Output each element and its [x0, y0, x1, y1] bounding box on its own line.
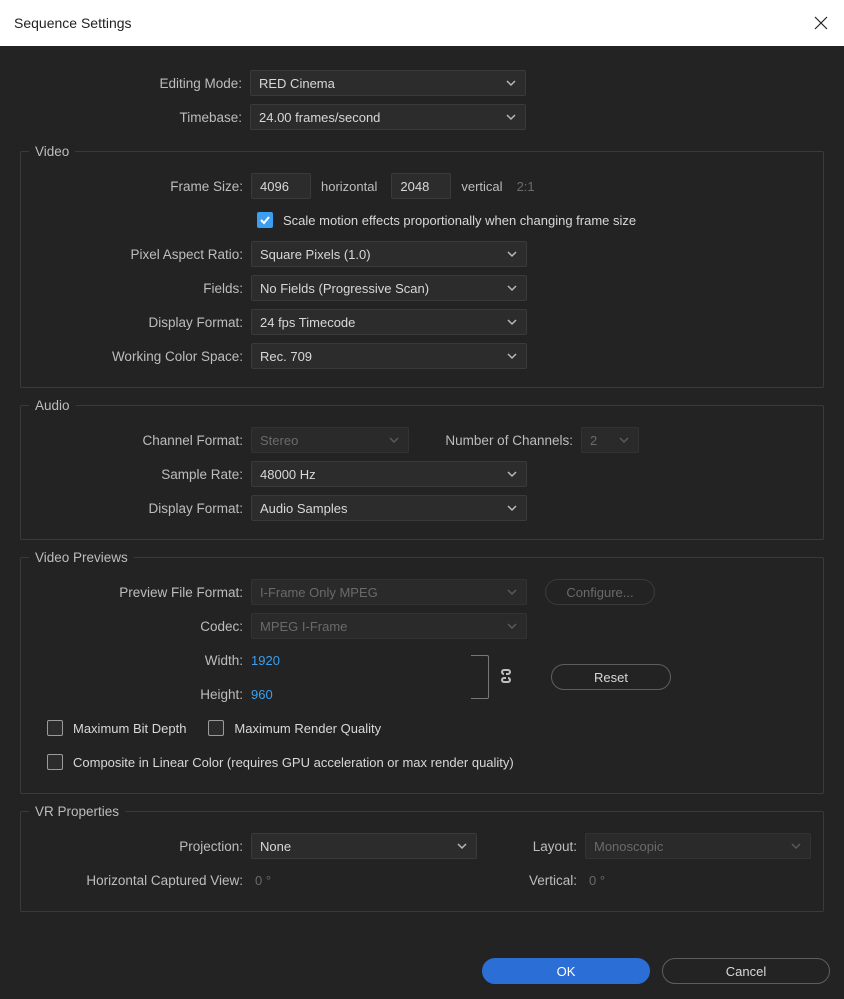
- preview-height-label: Height:: [29, 687, 251, 702]
- horiz-captured-label: Horizontal Captured View:: [29, 873, 251, 888]
- scale-motion-label: Scale motion effects proportionally when…: [283, 213, 636, 228]
- color-space-select[interactable]: Rec. 709: [251, 343, 527, 369]
- frame-size-label: Frame Size:: [29, 179, 251, 194]
- chevron-down-icon: [506, 468, 518, 480]
- timebase-label: Timebase:: [10, 110, 250, 125]
- window-title: Sequence Settings: [14, 15, 132, 31]
- video-display-format-select[interactable]: 24 fps Timecode: [251, 309, 527, 335]
- max-bit-depth-checkbox[interactable]: [47, 720, 63, 736]
- preview-file-format-label: Preview File Format:: [29, 585, 251, 600]
- sample-rate-label: Sample Rate:: [29, 467, 251, 482]
- editing-mode-label: Editing Mode:: [10, 76, 250, 91]
- max-render-quality-checkbox[interactable]: [208, 720, 224, 736]
- video-group: Video Frame Size: 4096 horizontal 2048 v…: [20, 144, 824, 388]
- aspect-display: 2:1: [517, 179, 535, 194]
- video-previews-legend: Video Previews: [29, 550, 134, 565]
- frame-height-input[interactable]: 2048: [391, 173, 451, 199]
- vr-properties-legend: VR Properties: [29, 804, 125, 819]
- sample-rate-select[interactable]: 48000 Hz: [251, 461, 527, 487]
- vr-properties-group: VR Properties Projection: None Layout: M…: [20, 804, 824, 912]
- scale-motion-checkbox[interactable]: [257, 212, 273, 228]
- scale-motion-checkbox-row[interactable]: Scale motion effects proportionally when…: [257, 212, 636, 228]
- video-previews-group: Video Previews Preview File Format: I-Fr…: [20, 550, 824, 794]
- video-legend: Video: [29, 144, 75, 159]
- pixel-aspect-select[interactable]: Square Pixels (1.0): [251, 241, 527, 267]
- horizontal-label: horizontal: [321, 179, 377, 194]
- chevron-down-icon: [505, 77, 517, 89]
- dialog-footer: OK Cancel: [0, 943, 844, 999]
- fields-label: Fields:: [29, 281, 251, 296]
- chevron-down-icon: [790, 840, 802, 852]
- pixel-aspect-label: Pixel Aspect Ratio:: [29, 247, 251, 262]
- audio-group: Audio Channel Format: Stereo Number of C…: [20, 398, 824, 540]
- chevron-down-icon: [506, 350, 518, 362]
- codec-label: Codec:: [29, 619, 251, 634]
- cancel-button[interactable]: Cancel: [662, 958, 830, 984]
- reset-button[interactable]: Reset: [551, 664, 671, 690]
- preview-height-value[interactable]: 960: [251, 687, 471, 702]
- vr-vertical-value: 0 °: [585, 873, 605, 888]
- fields-select[interactable]: No Fields (Progressive Scan): [251, 275, 527, 301]
- num-channels-select: 2: [581, 427, 639, 453]
- horiz-captured-value: 0 °: [251, 873, 477, 888]
- chevron-down-icon: [505, 111, 517, 123]
- composite-linear-checkbox-row[interactable]: Composite in Linear Color (requires GPU …: [47, 754, 514, 770]
- chevron-down-icon: [388, 434, 400, 446]
- video-display-format-label: Display Format:: [29, 315, 251, 330]
- audio-display-format-select[interactable]: Audio Samples: [251, 495, 527, 521]
- max-render-quality-checkbox-row[interactable]: Maximum Render Quality: [208, 720, 381, 736]
- projection-label: Projection:: [29, 839, 251, 854]
- editing-mode-value: RED Cinema: [259, 76, 335, 91]
- projection-select[interactable]: None: [251, 833, 477, 859]
- link-bracket-icon: [471, 655, 489, 699]
- chevron-down-icon: [506, 282, 518, 294]
- link-icon[interactable]: [499, 668, 513, 687]
- chevron-down-icon: [506, 248, 518, 260]
- timebase-select[interactable]: 24.00 frames/second: [250, 104, 526, 130]
- channel-format-label: Channel Format:: [29, 433, 251, 448]
- titlebar: Sequence Settings: [0, 0, 844, 46]
- close-icon[interactable]: [812, 14, 830, 32]
- preview-width-value[interactable]: 1920: [251, 653, 471, 668]
- audio-legend: Audio: [29, 398, 76, 413]
- chevron-down-icon: [506, 316, 518, 328]
- preview-file-format-select: I-Frame Only MPEG: [251, 579, 527, 605]
- timebase-value: 24.00 frames/second: [259, 110, 380, 125]
- vr-vertical-label: Vertical:: [477, 873, 585, 888]
- composite-linear-checkbox[interactable]: [47, 754, 63, 770]
- num-channels-label: Number of Channels:: [409, 433, 581, 448]
- dialog-body: Editing Mode: RED Cinema Timebase: 24.00…: [0, 46, 844, 912]
- chevron-down-icon: [506, 502, 518, 514]
- chevron-down-icon: [506, 620, 518, 632]
- configure-button: Configure...: [545, 579, 655, 605]
- layout-select: Monoscopic: [585, 833, 811, 859]
- channel-format-select: Stereo: [251, 427, 409, 453]
- frame-width-input[interactable]: 4096: [251, 173, 311, 199]
- codec-select: MPEG I-Frame: [251, 613, 527, 639]
- ok-button[interactable]: OK: [482, 958, 650, 984]
- preview-width-label: Width:: [29, 653, 251, 668]
- vertical-label: vertical: [461, 179, 502, 194]
- editing-mode-select[interactable]: RED Cinema: [250, 70, 526, 96]
- layout-label: Layout:: [477, 839, 585, 854]
- chevron-down-icon: [506, 586, 518, 598]
- chevron-down-icon: [618, 434, 630, 446]
- color-space-label: Working Color Space:: [29, 349, 251, 364]
- audio-display-format-label: Display Format:: [29, 501, 251, 516]
- max-bit-depth-checkbox-row[interactable]: Maximum Bit Depth: [47, 720, 186, 736]
- chevron-down-icon: [456, 840, 468, 852]
